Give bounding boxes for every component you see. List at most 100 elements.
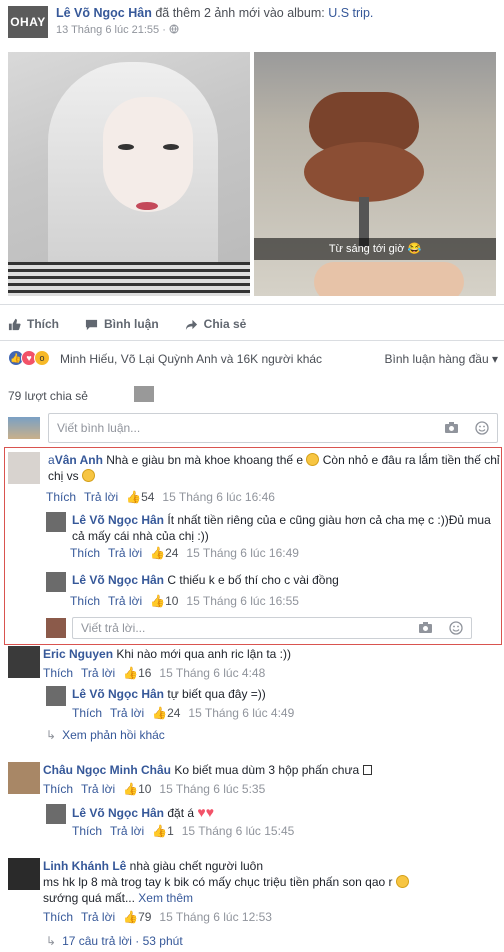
reply-arrow-icon: ↳ [46, 934, 57, 948]
reply-like-link[interactable]: Thích [72, 824, 102, 838]
reply-arrow-icon: ↳ [46, 728, 57, 742]
comment-like-count[interactable]: 👍79 [123, 910, 151, 924]
comment-body: Ko biết mua dùm 3 hộp phấn chưa [174, 763, 360, 777]
comment-like-link[interactable]: Thích [43, 910, 73, 924]
comment-time[interactable]: 15 Tháng 6 lúc 12:53 [159, 910, 272, 924]
reply-like-link[interactable]: Thích [70, 594, 100, 608]
reply-like-link[interactable]: Thích [70, 546, 100, 560]
reply-input-box[interactable] [72, 617, 472, 639]
comment-time[interactable]: 15 Tháng 6 lúc 16:46 [162, 490, 275, 504]
emoji-icon[interactable] [475, 421, 489, 435]
reply-time[interactable]: 15 Tháng 6 lúc 16:55 [186, 594, 299, 608]
reply-reply-link[interactable]: Trả lời [108, 594, 142, 608]
comment-author[interactable]: aVân Anh [48, 453, 103, 467]
like-count-value: 24 [167, 706, 181, 720]
share-count[interactable]: 79 lượt chia sẻ [8, 389, 88, 403]
comment-reply-link[interactable]: Trả lời [81, 666, 115, 680]
reply-author[interactable]: Lê Võ Ngọc Hân [72, 573, 164, 587]
reply-time[interactable]: 15 Tháng 6 lúc 4:49 [188, 706, 294, 720]
like-button[interactable]: Thích [8, 317, 59, 331]
caret-down-icon: ▾ [491, 352, 498, 366]
avatar-watermark: OHAY [10, 15, 46, 29]
share-label: Chia sẻ [203, 317, 247, 331]
share-button[interactable]: Chia sẻ [185, 317, 247, 331]
reply-reply-link[interactable]: Trả lời [108, 546, 142, 560]
commenter-avatar[interactable] [46, 572, 66, 592]
post-card: OHAY Lê Võ Ngọc Hân đã thêm 2 ảnh mới và… [0, 0, 504, 952]
comment-author[interactable]: Eric Nguyen [43, 647, 113, 661]
commenter-avatar[interactable] [46, 804, 66, 824]
post-timestamp[interactable]: 13 Tháng 6 lúc 21:55 [56, 24, 159, 36]
comment-time[interactable]: 15 Tháng 6 lúc 4:48 [159, 666, 265, 680]
commenter-avatar[interactable] [8, 646, 40, 678]
reply-like-count[interactable]: 👍1 [152, 824, 174, 838]
camera-icon[interactable] [418, 621, 433, 634]
comment-actions: Thích Trả lời 👍10 15 Tháng 6 lúc 5:35 [43, 782, 265, 796]
reply-time[interactable]: 15 Tháng 6 lúc 15:45 [182, 824, 295, 838]
comment-item: Châu Ngọc Minh Châu Ko biết mua dùm 3 hộ… [8, 762, 500, 798]
comment-author[interactable]: Linh Khánh Lê [43, 859, 126, 873]
comment-like-link[interactable]: Thích [43, 782, 73, 796]
comment-like-count[interactable]: 👍10 [123, 782, 151, 796]
photo-eye-shape [118, 144, 134, 150]
thumbs-up-icon: 👍 [150, 594, 166, 608]
photo-chair-seat [304, 142, 424, 202]
view-replies-link[interactable]: ↳ 17 câu trả lời · 53 phút [46, 934, 183, 948]
reply-composer [46, 617, 476, 639]
reply-author[interactable]: Lê Võ Ngọc Hân [72, 687, 164, 701]
sharer-thumbnail[interactable] [134, 386, 154, 402]
comment-input-box[interactable] [48, 413, 498, 443]
post-photo-selfie[interactable] [8, 52, 250, 296]
comment-like-count[interactable]: 👍54 [126, 490, 154, 504]
comment-text: Eric Nguyen Khi nào mới qua anh ric lận … [43, 646, 495, 662]
thumbs-up-icon: 👍 [150, 546, 166, 560]
comment-actions: Thích Trả lời 👍54 15 Tháng 6 lúc 16:46 [46, 490, 275, 504]
comment-time[interactable]: 15 Tháng 6 lúc 5:35 [159, 782, 265, 796]
comment-actions: Thích Trả lời 👍16 15 Tháng 6 lúc 4:48 [43, 666, 265, 680]
comment-like-count[interactable]: 👍16 [123, 666, 151, 680]
reply-like-link[interactable]: Thích [72, 706, 102, 720]
comment-reply-link[interactable]: Trả lời [81, 782, 115, 796]
post-author[interactable]: Lê Võ Ngọc Hân [56, 6, 152, 20]
camera-icon[interactable] [444, 421, 459, 434]
photo-eye-shape [163, 144, 179, 150]
reply-reply-link[interactable]: Trả lời [110, 824, 144, 838]
reply-input[interactable] [81, 621, 360, 635]
reaction-icons[interactable]: 👍 ♥ o [8, 350, 50, 366]
reply-like-count[interactable]: 👍24 [152, 706, 180, 720]
commenter-avatar[interactable] [46, 686, 66, 706]
reply-like-count[interactable]: 👍10 [150, 594, 178, 608]
commenter-avatar[interactable] [8, 762, 40, 794]
reactions-row: 👍 ♥ o Minh Hiếu, Võ Lại Quỳnh Anh và 16K… [8, 350, 498, 368]
reply-actions: Thích Trả lời 👍24 15 Tháng 6 lúc 16:49 [70, 546, 299, 560]
reply-reply-link[interactable]: Trả lời [110, 706, 144, 720]
comment-author[interactable]: Châu Ngọc Minh Châu [43, 763, 171, 777]
comment-sort-dropdown[interactable]: Bình luận hàng đầu ▾ [385, 352, 498, 366]
reply-author[interactable]: Lê Võ Ngọc Hân [72, 513, 164, 527]
comment-like-link[interactable]: Thích [43, 666, 73, 680]
commenter-avatar[interactable] [8, 452, 40, 484]
album-link[interactable]: U.S trip. [328, 6, 373, 20]
comment-like-link[interactable]: Thích [46, 490, 76, 504]
author-avatar[interactable]: OHAY [8, 6, 48, 38]
comment-reply-link[interactable]: Trả lời [81, 910, 115, 924]
see-more-link[interactable]: Xem thêm [138, 891, 193, 905]
reply-composer-icons [418, 621, 463, 635]
commenter-avatar[interactable] [46, 512, 66, 532]
reaction-summary[interactable]: Minh Hiếu, Võ Lại Quỳnh Anh và 16K người… [60, 352, 322, 366]
comment-label: Bình luận [104, 317, 159, 331]
post-photo-chair[interactable]: Từ sáng tới giờ 😂 [254, 52, 496, 296]
comment-input[interactable] [57, 421, 371, 435]
reply-like-count[interactable]: 👍24 [150, 546, 178, 560]
comment-reply-link[interactable]: Trả lời [84, 490, 118, 504]
comment-item: aVân Anh Nhà e giàu bn mà khoe khoang th… [8, 452, 500, 508]
reply-author[interactable]: Lê Võ Ngọc Hân [72, 806, 164, 820]
reply-time[interactable]: 15 Tháng 6 lúc 16:49 [186, 546, 299, 560]
comment-text: Linh Khánh Lê nhà giàu chết người luôn m… [43, 858, 498, 906]
view-more-replies-link[interactable]: ↳ Xem phản hồi khác [46, 728, 165, 742]
divider [0, 340, 504, 341]
commenter-avatar[interactable] [8, 858, 40, 890]
comment-button[interactable]: Bình luận [85, 317, 159, 331]
comment-composer [8, 413, 498, 443]
emoji-icon[interactable] [449, 621, 463, 635]
